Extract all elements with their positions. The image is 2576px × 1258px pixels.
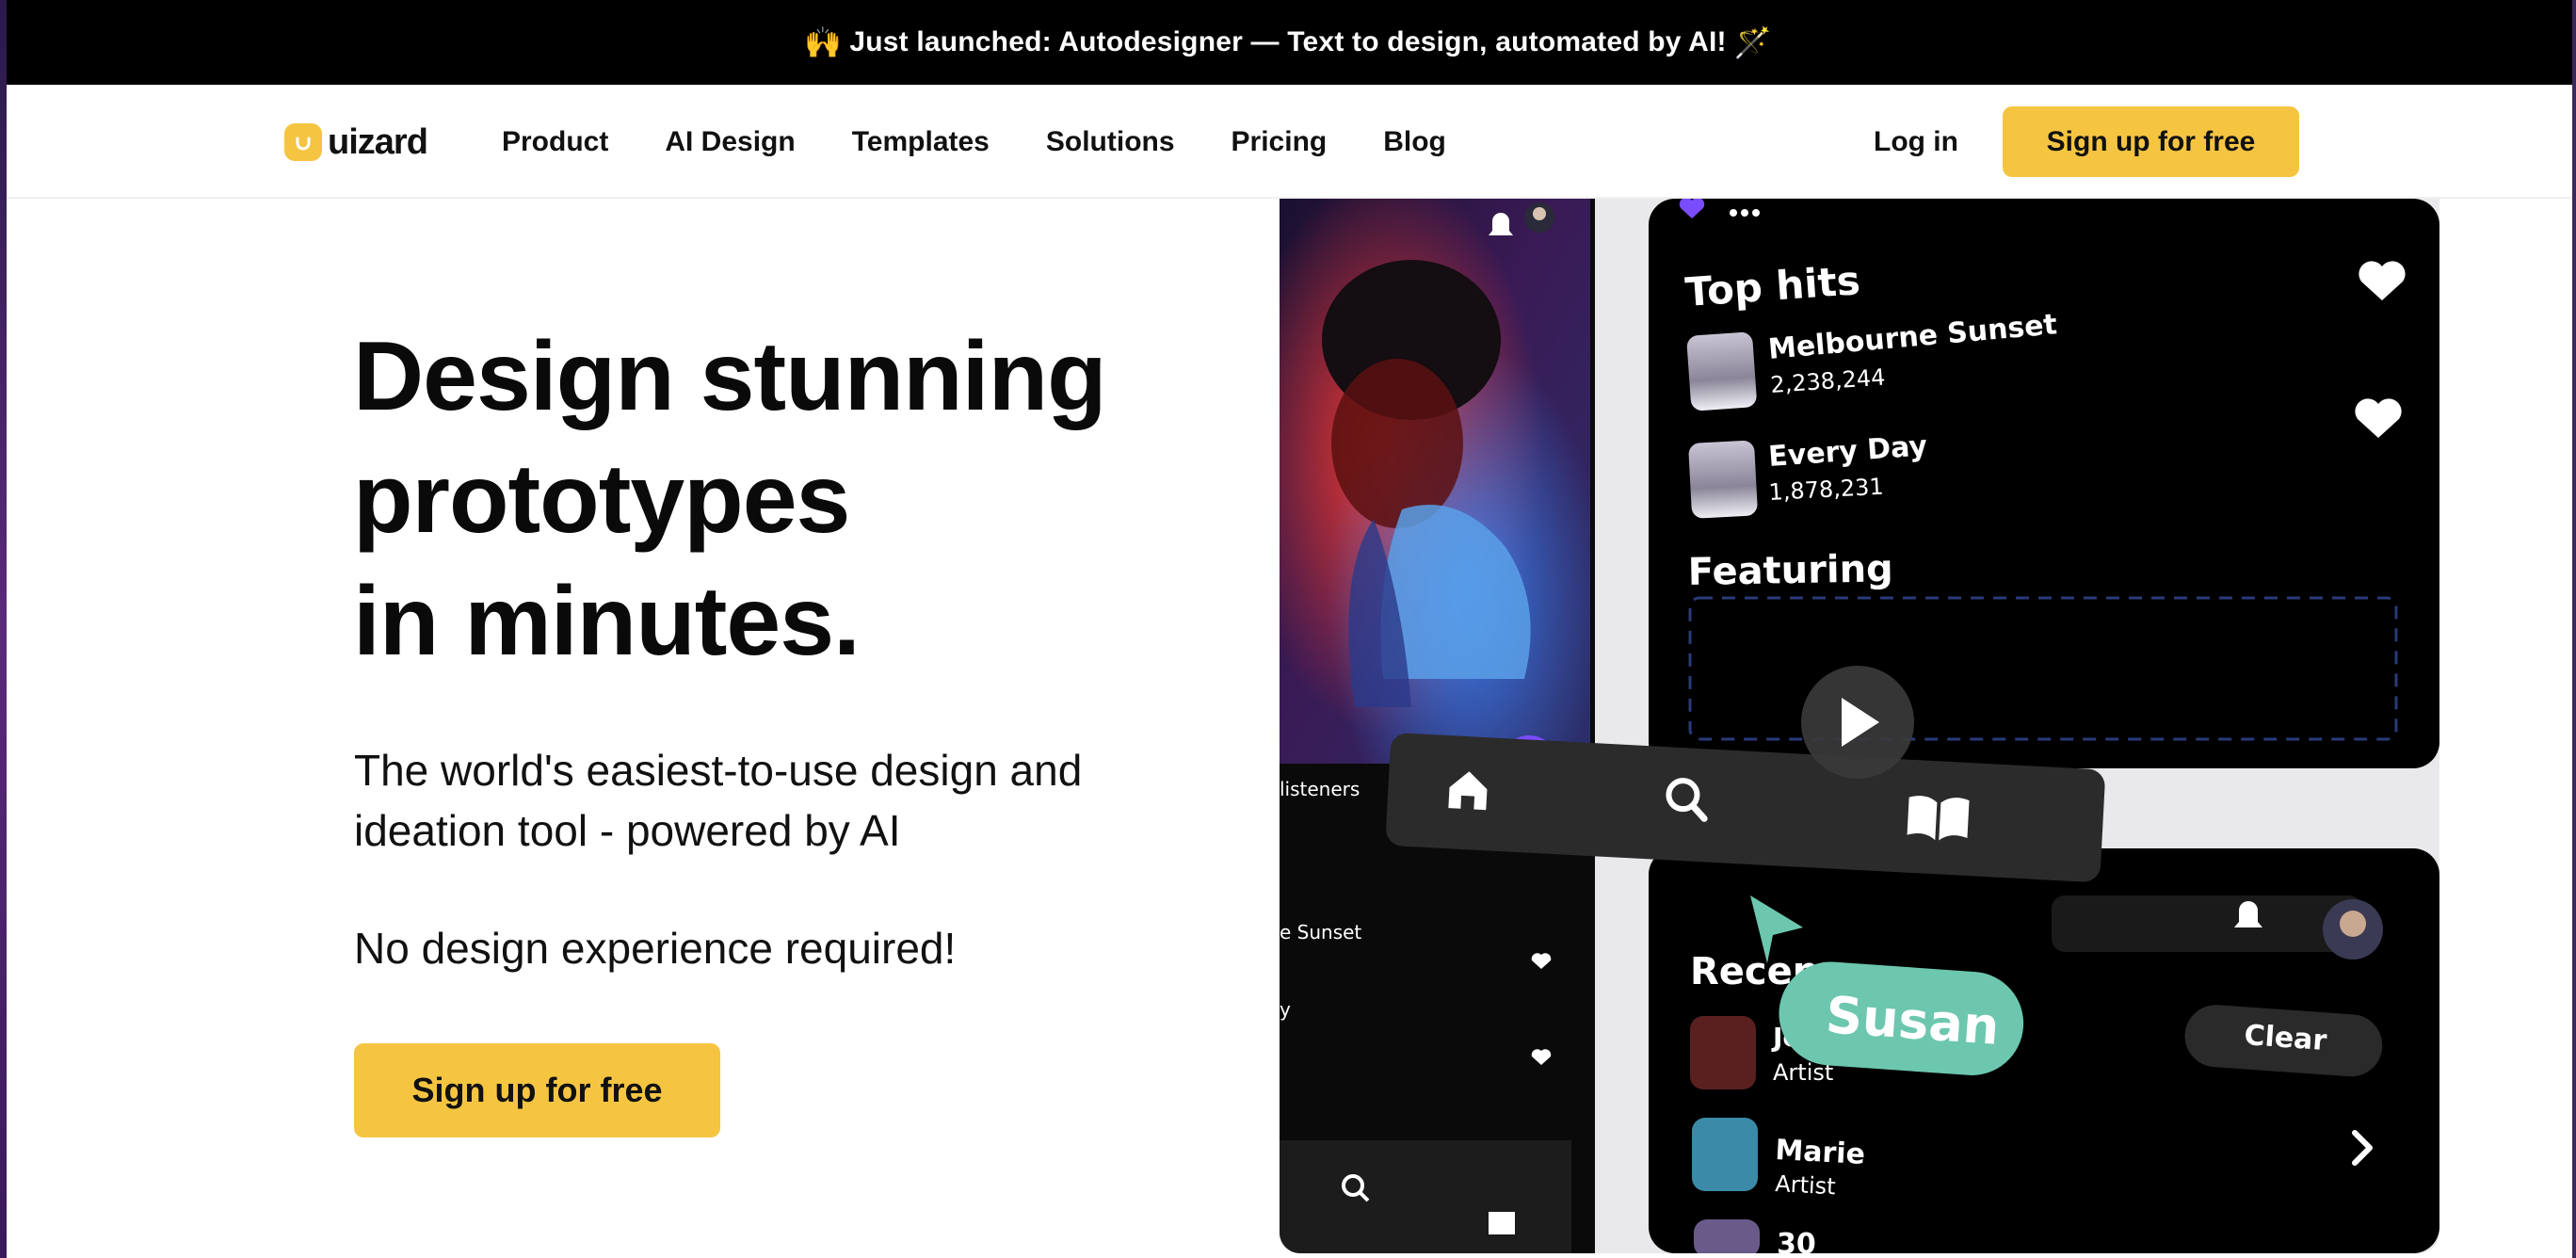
video-scene: listeners e Sunset y Top hits Melbourne …	[1280, 199, 2439, 1253]
window-edge-left	[0, 0, 7, 1258]
top-nav: uizard Product AI Design Templates Solut…	[0, 85, 2576, 199]
hero-subtitle-line: ideation tool - powered by AI	[354, 806, 901, 855]
hero-subtitle-line: The world's easiest-to-use design and	[354, 746, 1083, 795]
nav-link-solutions[interactable]: Solutions	[1046, 126, 1175, 158]
nav-link-blog[interactable]: Blog	[1383, 126, 1446, 158]
logo-icon	[284, 123, 322, 161]
featuring-label: Featuring	[1687, 547, 1893, 594]
login-link[interactable]: Log in	[1874, 85, 1958, 199]
nav-link-pricing[interactable]: Pricing	[1232, 126, 1328, 158]
susan-cursor-label: Susan	[1779, 961, 2024, 1075]
svg-text:listeners: listeners	[1280, 778, 1360, 800]
hero-title-line: prototypes	[353, 444, 850, 554]
play-button	[1801, 666, 1914, 779]
uizard-logo[interactable]: uizard	[284, 119, 428, 166]
hero-video[interactable]: listeners e Sunset y Top hits Melbourne …	[1280, 199, 2439, 1253]
nav-link-templates[interactable]: Templates	[852, 126, 990, 158]
nav-link-ai-design[interactable]: AI Design	[665, 126, 795, 158]
artist-role: Artist	[1775, 1170, 1837, 1200]
hero-signup-button[interactable]: Sign up for free	[354, 1043, 720, 1137]
logo-text: uizard	[328, 121, 428, 162]
hero-title-line: Design stunning	[353, 322, 1107, 431]
top-hits-card: Top hits Melbourne Sunset 2,238,244 Ever…	[1649, 199, 2439, 768]
artist-name: Marie	[1775, 1134, 1866, 1171]
clear-button[interactable]: Clear	[2243, 1019, 2327, 1057]
hero-no-experience: No design experience required!	[354, 924, 957, 973]
magic-wand-icon: 🪄	[1733, 25, 1772, 59]
artist-name: 30	[1777, 1228, 1816, 1253]
susan-label: Susan	[1824, 985, 2001, 1056]
window-edge-right	[2572, 0, 2576, 1258]
hero-title-line: in minutes.	[353, 567, 861, 676]
announcement-bar[interactable]: 🙌 Just launched: Autodesigner — Text to …	[0, 0, 2576, 85]
hero-title: Design stunning prototypes in minutes.	[353, 315, 1200, 683]
nav-links: Product AI Design Templates Solutions Pr…	[502, 85, 1446, 199]
nav-signup-button[interactable]: Sign up for free	[2003, 106, 2299, 177]
left-phone: listeners e Sunset y	[1280, 199, 1595, 1253]
announcement-text[interactable]: Just launched: Autodesigner — Text to de…	[849, 26, 1726, 58]
raised-hands-icon: 🙌	[804, 25, 843, 59]
nav-link-product[interactable]: Product	[502, 126, 608, 158]
svg-text:y: y	[1280, 998, 1291, 1021]
svg-text:e Sunset: e Sunset	[1280, 921, 1361, 944]
hero-subtitle: The world's easiest-to-use design and id…	[354, 740, 1201, 861]
